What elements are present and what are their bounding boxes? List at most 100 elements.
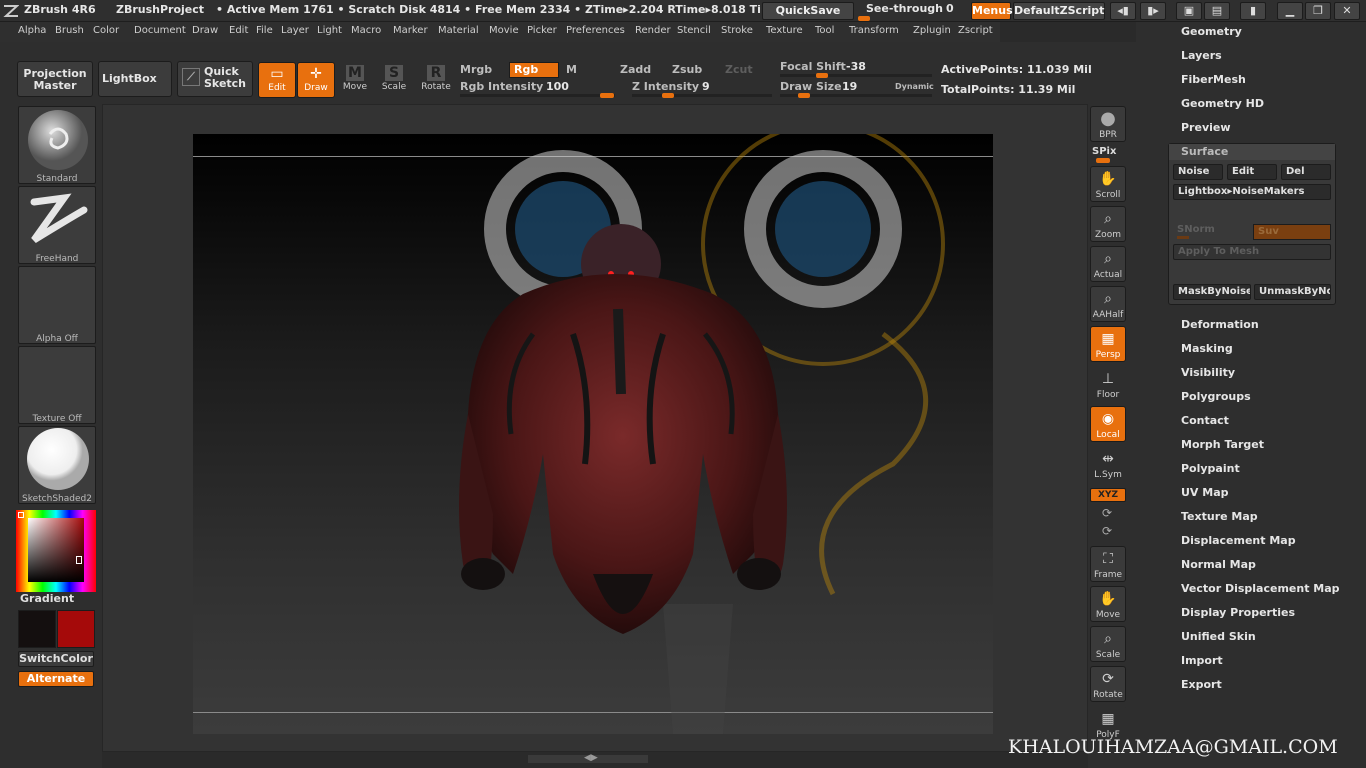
menu-material[interactable]: Material: [438, 25, 479, 36]
focal-shift-knob[interactable]: [816, 73, 828, 78]
z-intensity-slider[interactable]: Z Intensity 9: [632, 80, 772, 98]
rotate-mode-button[interactable]: R Rotate: [417, 62, 455, 98]
rgb-intensity-slider[interactable]: Rgb Intensity 100: [460, 80, 615, 98]
menu-render[interactable]: Render: [635, 25, 671, 36]
gradient-label[interactable]: Gradient: [20, 592, 74, 605]
rgb-intensity-knob[interactable]: [600, 93, 614, 98]
zoom-button[interactable]: ⌕ Zoom: [1090, 206, 1126, 242]
quick-sketch-button[interactable]: ⟋ Quick Sketch: [177, 61, 253, 97]
rotate-view-button[interactable]: ⟳ Rotate: [1090, 666, 1126, 702]
palette-display-properties[interactable]: Display Properties: [1181, 606, 1295, 619]
menu-texture[interactable]: Texture: [766, 25, 803, 36]
move-view-button[interactable]: ✋ Move: [1090, 586, 1126, 622]
spix-slider[interactable]: SPix: [1092, 146, 1116, 157]
menu-stroke[interactable]: Stroke: [721, 25, 753, 36]
edit-mode-button[interactable]: ▭ Edit: [258, 62, 296, 98]
m-button[interactable]: M: [566, 63, 577, 76]
palette-export[interactable]: Export: [1181, 678, 1222, 691]
stroke-selector[interactable]: FreeHand: [18, 186, 96, 264]
menu-transform[interactable]: Transform: [849, 25, 899, 36]
mask-by-noise-button[interactable]: MaskByNoise: [1173, 284, 1251, 300]
menu-brush[interactable]: Brush: [55, 25, 84, 36]
restore-icon[interactable]: ❐: [1305, 2, 1331, 20]
palette-masking[interactable]: Masking: [1181, 342, 1233, 355]
minimize-icon[interactable]: ▁: [1277, 2, 1303, 20]
see-through-slider[interactable]: See-through 0: [858, 2, 968, 21]
palette-contact[interactable]: Contact: [1181, 414, 1229, 427]
hue-marker[interactable]: [18, 512, 24, 518]
lock-icon[interactable]: ▮: [1240, 2, 1266, 20]
xyz-button[interactable]: XYZ: [1090, 488, 1126, 502]
lightbox-button[interactable]: LightBox: [98, 61, 172, 97]
palette-layers[interactable]: Layers: [1181, 49, 1222, 62]
lsym-button[interactable]: ⇹ L.Sym: [1090, 446, 1126, 482]
scroll-button[interactable]: ✋ Scroll: [1090, 166, 1126, 202]
close-icon[interactable]: ✕: [1334, 2, 1360, 20]
ui-colors-icon[interactable]: ▤: [1204, 2, 1230, 20]
noise-del-button[interactable]: Del: [1281, 164, 1331, 180]
draw-mode-button[interactable]: ✛ Draw: [297, 62, 335, 98]
palette-polypaint[interactable]: Polypaint: [1181, 462, 1240, 475]
zcut-button[interactable]: Zcut: [725, 63, 753, 76]
mrgb-button[interactable]: Mrgb: [460, 63, 492, 76]
texture-selector[interactable]: Texture Off: [18, 346, 96, 424]
color-marker[interactable]: [76, 556, 82, 564]
aahalf-button[interactable]: ⌕ AAHalf: [1090, 286, 1126, 322]
floor-button[interactable]: ⊥ Floor: [1090, 366, 1126, 402]
layout-icon[interactable]: ▣: [1176, 2, 1202, 20]
menu-edit[interactable]: Edit: [229, 25, 248, 36]
menu-movie[interactable]: Movie: [489, 25, 519, 36]
menu-light[interactable]: Light: [317, 25, 342, 36]
palette-preview[interactable]: Preview: [1181, 121, 1231, 134]
menu-zplugin[interactable]: Zplugin: [913, 25, 951, 36]
switch-color-button[interactable]: SwitchColor: [18, 651, 94, 667]
rgb-button[interactable]: Rgb: [509, 62, 559, 78]
menu-preferences[interactable]: Preferences: [566, 25, 625, 36]
dynamic-toggle[interactable]: Dynamic: [895, 82, 934, 91]
palette-polygroups[interactable]: Polygroups: [1181, 390, 1251, 403]
palette-uv-map[interactable]: UV Map: [1181, 486, 1229, 499]
snorm-slider[interactable]: SNorm: [1173, 224, 1249, 240]
move-mode-button[interactable]: M Move: [336, 62, 374, 98]
zadd-button[interactable]: Zadd: [620, 63, 651, 76]
menu-draw[interactable]: Draw: [192, 25, 218, 36]
menu-tool[interactable]: Tool: [815, 25, 834, 36]
alternate-button[interactable]: Alternate: [18, 671, 94, 687]
menu-zscript[interactable]: Zscript: [958, 25, 993, 36]
secondary-color-swatch[interactable]: [57, 610, 95, 648]
focal-shift-slider[interactable]: Focal Shift -38: [780, 60, 932, 78]
palette-visibility[interactable]: Visibility: [1181, 366, 1235, 379]
menu-color[interactable]: Color: [93, 25, 119, 36]
palette-geometry-hd[interactable]: Geometry HD: [1181, 97, 1264, 110]
suv-button[interactable]: Suv: [1253, 224, 1331, 240]
quicksave-button[interactable]: QuickSave: [762, 2, 854, 20]
scale-mode-button[interactable]: S Scale: [375, 62, 413, 98]
scale-view-button[interactable]: ⌕ Scale: [1090, 626, 1126, 662]
rotate-y-icon[interactable]: ⟳: [1102, 506, 1112, 520]
alpha-selector[interactable]: Alpha Off: [18, 266, 96, 344]
spix-knob[interactable]: [1096, 158, 1110, 163]
apply-to-mesh-button[interactable]: Apply To Mesh: [1173, 244, 1331, 260]
actual-button[interactable]: ⌕ Actual: [1090, 246, 1126, 282]
snorm-knob[interactable]: [1177, 236, 1189, 239]
scroll-arrows-icon[interactable]: ◀▶: [584, 753, 598, 763]
frame-button[interactable]: ⛶ Frame: [1090, 546, 1126, 582]
projection-master-button[interactable]: Projection Master: [17, 61, 93, 97]
main-color-swatch[interactable]: [18, 610, 56, 648]
palette-import[interactable]: Import: [1181, 654, 1223, 667]
palette-unified-skin[interactable]: Unified Skin: [1181, 630, 1256, 643]
unmask-by-noise-button[interactable]: UnmaskByNo: [1254, 284, 1331, 300]
draw-size-slider[interactable]: Draw Size 19 Dynamic: [780, 80, 934, 98]
menu-file[interactable]: File: [256, 25, 273, 36]
palette-morph-target[interactable]: Morph Target: [1181, 438, 1264, 451]
palette-texture-map[interactable]: Texture Map: [1181, 510, 1258, 523]
surface-title[interactable]: Surface: [1169, 144, 1335, 160]
draw-size-knob[interactable]: [798, 93, 810, 98]
rotate-z-icon[interactable]: ⟳: [1102, 524, 1112, 538]
z-intensity-knob[interactable]: [662, 93, 674, 98]
palette-vector-displacement-map[interactable]: Vector Displacement Map: [1181, 582, 1340, 595]
noise-edit-button[interactable]: Edit: [1227, 164, 1277, 180]
default-zscript-button[interactable]: DefaultZScript: [1013, 2, 1105, 20]
bpr-button[interactable]: ● BPR: [1090, 106, 1126, 142]
see-through-knob[interactable]: [858, 16, 870, 21]
